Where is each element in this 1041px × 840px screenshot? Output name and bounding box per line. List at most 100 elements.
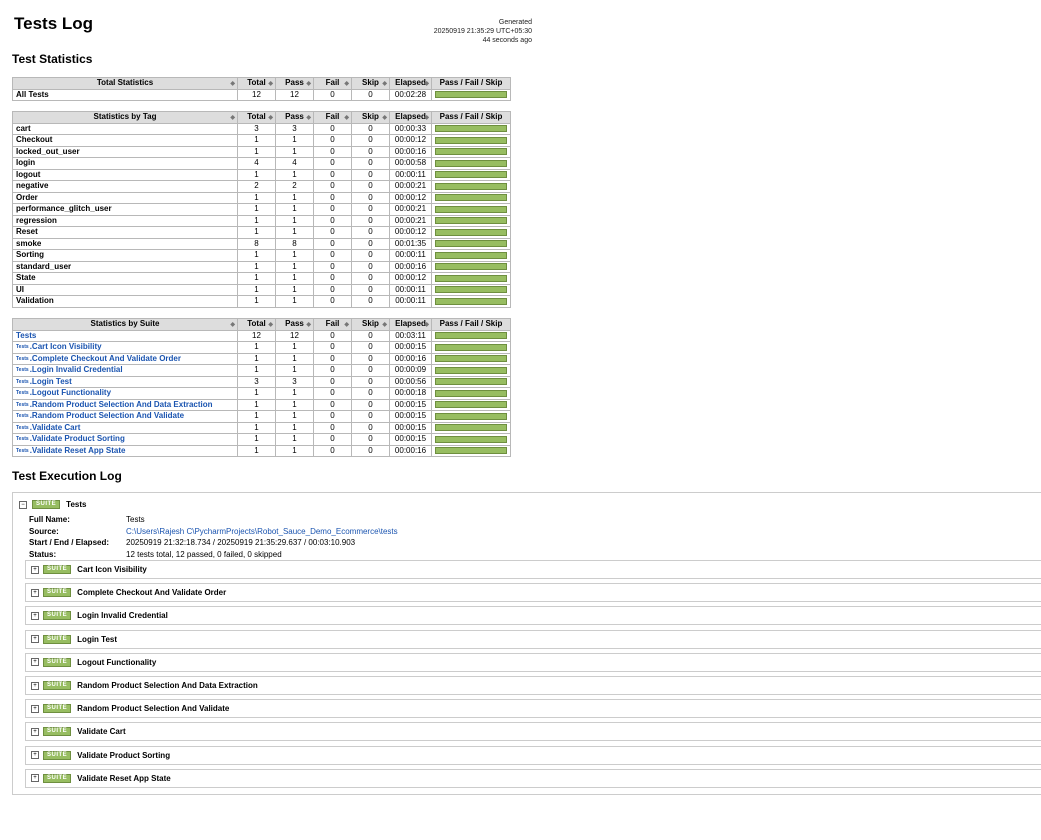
pass-bar <box>435 194 507 202</box>
column-header-label: Total <box>247 319 266 329</box>
stat-skip: 0 <box>351 157 390 170</box>
expand-icon[interactable]: + <box>31 635 39 644</box>
child-suite[interactable]: + SUITE Logout Functionality <box>25 652 1041 671</box>
suite-link[interactable]: Tests.Validate Reset App State <box>16 446 125 455</box>
root-suite-header[interactable]: − SUITE Tests <box>19 500 86 509</box>
stat-elapsed: 00:00:11 <box>389 295 432 308</box>
suite-link[interactable]: Tests.Random Product Selection And Valid… <box>16 411 184 420</box>
sort-icon[interactable]: ◆ <box>344 320 349 329</box>
suite-link[interactable]: Tests.Logout Functionality <box>16 388 111 397</box>
stat-skip: 0 <box>351 433 390 446</box>
sort-icon[interactable]: ◆ <box>382 320 387 329</box>
child-suite[interactable]: + SUITE Random Product Selection And Valid… <box>25 699 1041 718</box>
column-header-skip[interactable]: Skip ◆ <box>351 318 390 331</box>
header-row: Statistics by Tag ◆ Total ◆ Pass ◆ Fail ◆ Skip ◆ E… <box>12 111 511 124</box>
column-header-total[interactable]: Total ◆ <box>237 77 276 90</box>
column-header-total[interactable]: Total ◆ <box>237 318 276 331</box>
source-link[interactable]: C:\Users\Rajesh C\PycharmProjects\Robot_… <box>126 526 398 538</box>
sort-icon[interactable]: ◆ <box>306 79 311 88</box>
sort-icon[interactable]: ◆ <box>424 79 429 88</box>
full-name-value: Tests <box>126 515 145 524</box>
column-header-pass[interactable]: Pass ◆ <box>275 77 314 90</box>
expand-icon[interactable]: + <box>31 588 39 597</box>
column-header-elapsed[interactable]: Elapsed ◆ <box>389 77 432 90</box>
column-header-fail[interactable]: Fail ◆ <box>313 111 352 124</box>
suite-link[interactable]: Tests.Validate Cart <box>16 423 80 432</box>
sort-icon[interactable]: ◆ <box>424 320 429 329</box>
stat-name: login <box>12 157 238 170</box>
stat-skip: 0 <box>351 387 390 400</box>
child-suite[interactable]: + SUITE Validate Reset App State <box>25 768 1041 787</box>
stat-skip: 0 <box>351 249 390 262</box>
expand-icon[interactable]: + <box>31 658 39 667</box>
child-suite-name: Validate Cart <box>77 727 126 737</box>
sort-icon[interactable]: ◆ <box>344 79 349 88</box>
suite-prefix: Tests <box>16 447 29 454</box>
column-header-pass[interactable]: Pass ◆ <box>275 318 314 331</box>
expand-icon[interactable]: + <box>31 565 39 574</box>
column-header-pass[interactable]: Pass ◆ <box>275 111 314 124</box>
stat-elapsed: 00:00:11 <box>389 249 432 262</box>
stat-name: All Tests <box>12 88 238 101</box>
column-header-name[interactable]: Total Statistics ◆ <box>12 77 238 90</box>
suite-label: SUITE <box>43 611 72 621</box>
suite-link[interactable]: Tests.Cart Icon Visibility <box>16 342 102 351</box>
stat-name: Tests.Login Test <box>12 375 238 388</box>
suite-link-text: .Validate Cart <box>29 422 81 432</box>
child-suite[interactable]: + SUITE Login Test <box>25 629 1041 648</box>
stat-row: Tests.Random Product Selection And Data … <box>12 398 511 411</box>
suite-link[interactable]: Tests.Complete Checkout And Validate Ord… <box>16 354 181 363</box>
child-suite[interactable]: + SUITE Validate Cart <box>25 722 1041 741</box>
column-header-fail[interactable]: Fail ◆ <box>313 318 352 331</box>
column-header-name[interactable]: Statistics by Tag ◆ <box>12 111 238 124</box>
sort-icon[interactable]: ◆ <box>268 320 273 329</box>
suite-link[interactable]: Tests.Random Product Selection And Data … <box>16 400 213 409</box>
suite-link[interactable]: Tests.Login Invalid Credential <box>16 365 123 374</box>
sort-icon[interactable]: ◆ <box>230 113 235 122</box>
column-header-fail[interactable]: Fail ◆ <box>313 77 352 90</box>
stat-pass: 1 <box>275 421 314 434</box>
stat-elapsed: 00:00:12 <box>389 134 432 147</box>
stat-graph <box>431 168 511 181</box>
sort-icon[interactable]: ◆ <box>230 320 235 329</box>
child-suite[interactable]: + SUITE Complete Checkout And Validate Ord… <box>25 583 1041 602</box>
expand-icon[interactable]: + <box>31 704 39 713</box>
sort-icon[interactable]: ◆ <box>268 79 273 88</box>
child-suite[interactable]: + SUITE Login Invalid Credential <box>25 606 1041 625</box>
sort-icon[interactable]: ◆ <box>344 113 349 122</box>
column-header-skip[interactable]: Skip ◆ <box>351 77 390 90</box>
sort-icon[interactable]: ◆ <box>306 320 311 329</box>
suite-link[interactable]: Tests <box>16 331 36 340</box>
suite-label: SUITE <box>43 588 72 598</box>
sort-icon[interactable]: ◆ <box>268 113 273 122</box>
expand-icon[interactable]: + <box>31 681 39 690</box>
stat-name: cart <box>12 122 238 135</box>
column-header-elapsed[interactable]: Elapsed ◆ <box>389 318 432 331</box>
child-suite[interactable]: + SUITE Random Product Selection And Data … <box>25 676 1041 694</box>
sort-icon[interactable]: ◆ <box>382 113 387 122</box>
column-header-total[interactable]: Total ◆ <box>237 111 276 124</box>
stat-total: 1 <box>237 444 276 457</box>
stat-name: Reset <box>12 226 238 239</box>
source-label: Source: <box>29 526 59 536</box>
suite-statistics-table: Statistics by Suite ◆ Total ◆ Pass ◆ Fail ◆ Skip… <box>12 318 511 457</box>
sort-icon[interactable]: ◆ <box>230 79 235 88</box>
sort-icon[interactable]: ◆ <box>424 113 429 122</box>
column-header-name[interactable]: Statistics by Suite ◆ <box>12 318 238 331</box>
expand-icon[interactable]: + <box>31 751 39 760</box>
child-suite[interactable]: + SUITE Cart Icon Visibility <box>25 560 1041 578</box>
collapse-icon[interactable]: − <box>19 500 27 509</box>
expand-icon[interactable]: + <box>31 727 39 736</box>
column-header-skip[interactable]: Skip ◆ <box>351 111 390 124</box>
sort-icon[interactable]: ◆ <box>382 79 387 88</box>
expand-icon[interactable]: + <box>31 774 39 783</box>
stat-row: regression 1 1 0 0 00:00:21 <box>12 214 511 227</box>
suite-link[interactable]: Tests.Validate Product Sorting <box>16 434 125 443</box>
expand-icon[interactable]: + <box>31 611 39 620</box>
suite-link[interactable]: Tests.Login Test <box>16 377 72 386</box>
sort-icon[interactable]: ◆ <box>306 113 311 122</box>
column-header-elapsed[interactable]: Elapsed ◆ <box>389 111 432 124</box>
stat-fail: 0 <box>313 191 352 204</box>
stat-row: Tests.Cart Icon Visibility 1 1 0 0 00:00:15 <box>12 341 511 354</box>
child-suite[interactable]: + SUITE Validate Product Sorting <box>25 745 1041 764</box>
